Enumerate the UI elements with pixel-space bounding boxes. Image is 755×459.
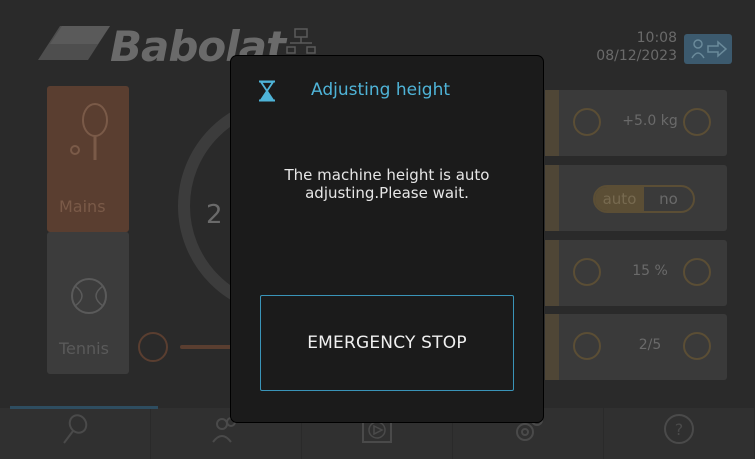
logout-button[interactable]: [684, 34, 732, 64]
racket-icon: [63, 414, 88, 444]
setting-auto: auto no: [545, 165, 727, 231]
nav-item-help[interactable]: ?: [604, 408, 755, 459]
clock: 10:08 08/12/2023: [596, 29, 677, 65]
setting-accent: [545, 314, 559, 380]
racket-icon: [70, 103, 108, 160]
minus-button[interactable]: [573, 332, 601, 360]
setting-accent: [545, 240, 559, 306]
setting-accent: [545, 90, 559, 156]
emergency-stop-button[interactable]: EMERGENCY STOP: [260, 295, 514, 391]
minus-button[interactable]: [573, 108, 601, 136]
setting-percent: 15 %: [545, 240, 727, 306]
mode-mains[interactable]: Mains: [47, 86, 129, 232]
slider-minus-button[interactable]: [138, 332, 168, 362]
hourglass-icon: [259, 80, 275, 102]
dialog-message: The machine height is auto adjusting.Ple…: [284, 166, 490, 202]
nav-item-stringing[interactable]: [0, 406, 158, 459]
adjusting-height-dialog: Adjusting height The machine height is a…: [231, 56, 543, 422]
toggle-auto[interactable]: auto: [595, 187, 644, 211]
clock-time: 10:08: [636, 30, 677, 46]
help-icon: ?: [664, 414, 694, 444]
setting-accent: [545, 165, 559, 231]
setting-level: 2/5: [545, 314, 727, 380]
network-icon: [286, 28, 316, 54]
plus-button[interactable]: [683, 332, 711, 360]
tennis-ball-icon: [71, 278, 107, 314]
auto-toggle[interactable]: auto no: [593, 185, 695, 213]
setting-weight: +5.0 kg: [545, 90, 727, 156]
clock-date: 08/12/2023: [596, 48, 677, 64]
plus-button[interactable]: [683, 258, 711, 286]
dialog-title: Adjusting height: [311, 80, 451, 100]
percent-value: 15 %: [632, 263, 668, 279]
mode-label: Mains: [59, 197, 106, 216]
minus-button[interactable]: [573, 258, 601, 286]
svg-text:?: ?: [675, 420, 684, 439]
mode-tennis[interactable]: Tennis: [47, 232, 129, 374]
plus-button[interactable]: [683, 108, 711, 136]
level-value: 2/5: [638, 337, 662, 353]
mode-label: Tennis: [59, 339, 109, 358]
toggle-no[interactable]: no: [644, 187, 693, 211]
dial-value: 2: [206, 200, 223, 230]
weight-value: +5.0 kg: [622, 113, 678, 129]
logout-icon: [691, 39, 728, 59]
